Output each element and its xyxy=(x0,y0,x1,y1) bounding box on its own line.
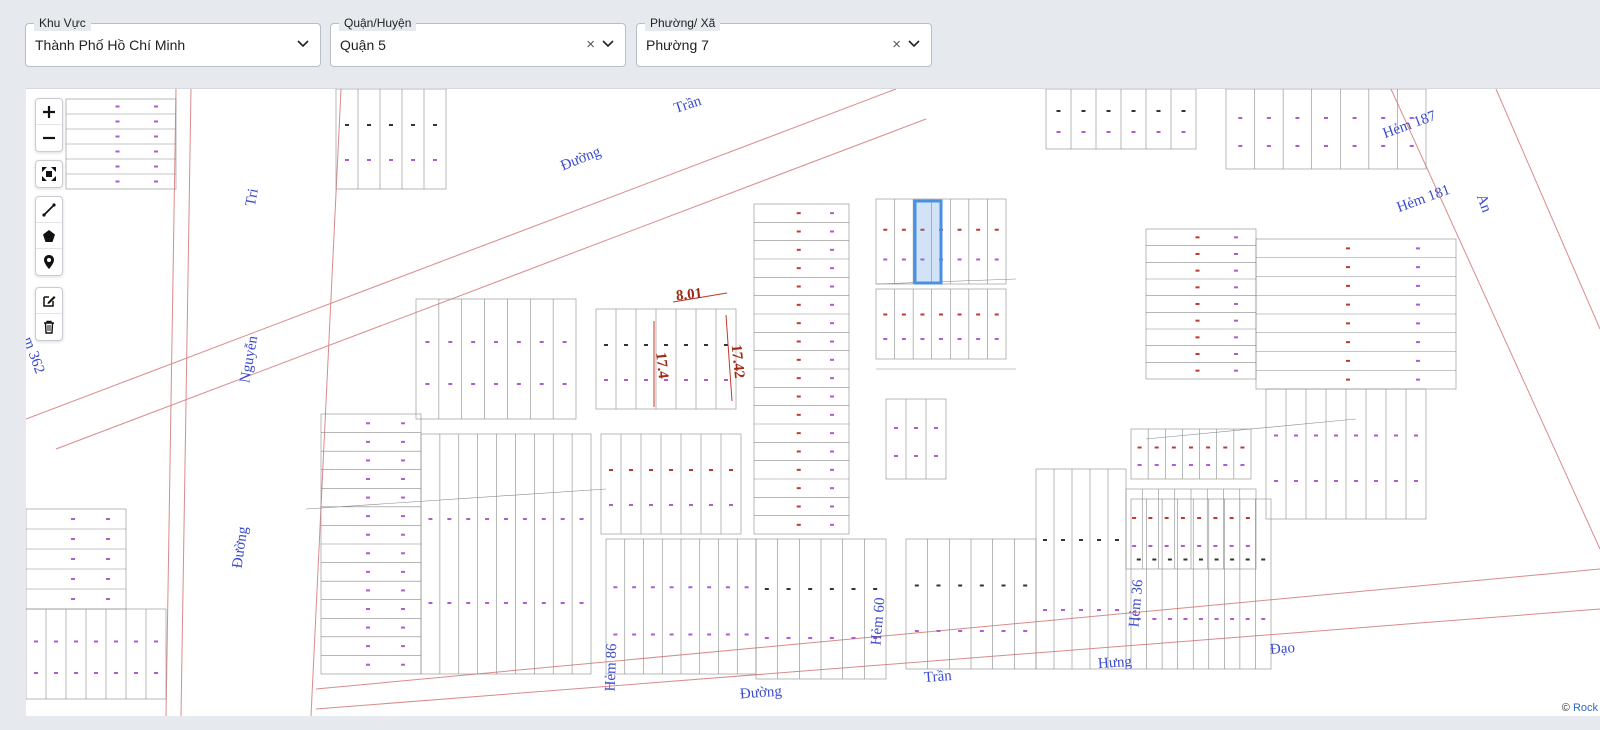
attribution-link[interactable]: Rock xyxy=(1573,702,1598,714)
edit-icon xyxy=(43,295,56,307)
delete-layers-button[interactable] xyxy=(36,314,62,340)
fullscreen-control xyxy=(35,160,63,188)
street-label: Hưng xyxy=(1097,653,1133,673)
street-label: Đạo xyxy=(1269,640,1296,658)
edit-layers-button[interactable] xyxy=(36,288,62,314)
region-label: Khu Vực xyxy=(34,15,91,31)
dimension-label: 8.01 xyxy=(675,285,703,305)
ward-value: Phường 7 xyxy=(646,37,709,53)
cadastral-map[interactable]: Trần Đường Tri Nguyễn m 362 Đường Hẻm 18… xyxy=(26,88,1600,716)
attribution-prefix: © xyxy=(1561,702,1570,714)
chevron-down-icon[interactable] xyxy=(600,36,616,52)
map-parcels-layer xyxy=(26,89,1600,716)
filter-bar: Khu Vực Thành Phố Hồ Chí Minh Quận/Huyện… xyxy=(0,0,1600,88)
fullscreen-button[interactable] xyxy=(36,161,62,187)
district-value: Quận 5 xyxy=(340,37,386,53)
zoom-control xyxy=(35,98,63,152)
street-label: Hẻm 86 xyxy=(602,643,621,692)
dimension-label: 17.4 xyxy=(652,351,671,380)
selected-parcel xyxy=(913,199,943,285)
draw-line-button[interactable] xyxy=(36,197,62,223)
draw-polygon-button[interactable] xyxy=(36,223,62,249)
chevron-down-icon[interactable] xyxy=(906,36,922,52)
zoom-in-button[interactable] xyxy=(36,99,62,125)
draw-toolbar xyxy=(35,196,63,276)
street-label: Trần xyxy=(923,668,953,686)
district-clear-icon[interactable]: × xyxy=(586,36,595,54)
chevron-down-icon[interactable] xyxy=(295,36,311,52)
edit-toolbar xyxy=(35,287,63,341)
trash-icon xyxy=(44,320,54,334)
street-label: Đường xyxy=(739,683,783,703)
fullscreen-icon xyxy=(42,167,56,181)
zoom-out-icon xyxy=(43,136,55,140)
zoom-out-button[interactable] xyxy=(36,125,62,151)
region-value: Thành Phố Hồ Chí Minh xyxy=(35,37,186,53)
dimension-label: 17.42 xyxy=(727,343,748,380)
ward-select[interactable]: Phường/ Xã Phường 7 × xyxy=(636,15,932,67)
draw-marker-button[interactable] xyxy=(36,249,62,275)
ward-clear-icon[interactable]: × xyxy=(892,36,901,54)
polygon-icon xyxy=(43,229,55,242)
ward-label: Phường/ Xã xyxy=(645,15,721,31)
district-select[interactable]: Quận/Huyện Quận 5 × xyxy=(330,15,626,67)
line-icon xyxy=(42,202,56,217)
region-select[interactable]: Khu Vực Thành Phố Hồ Chí Minh xyxy=(25,15,321,67)
marker-icon xyxy=(44,255,54,269)
zoom-in-icon xyxy=(43,105,55,118)
street-label: Tri xyxy=(242,187,262,208)
map-attribution: © Rock xyxy=(1559,702,1600,714)
district-label: Quận/Huyện xyxy=(339,15,417,31)
